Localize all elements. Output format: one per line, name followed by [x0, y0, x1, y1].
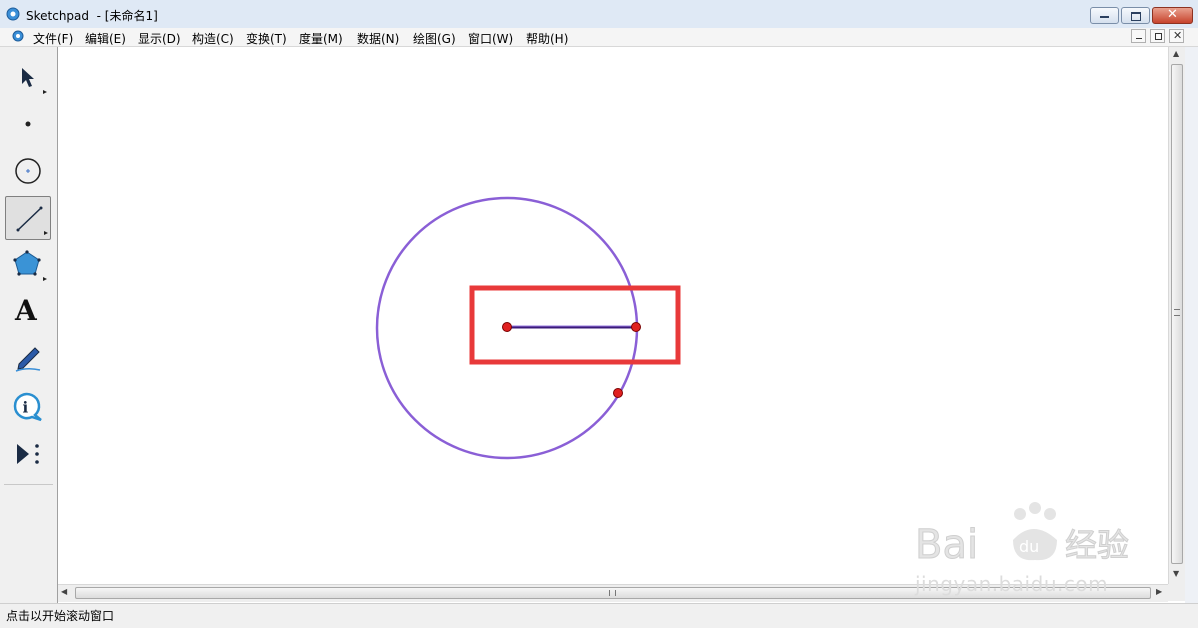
menu-measure[interactable]: 度量(M) — [299, 30, 343, 47]
maximize-icon — [1131, 12, 1141, 21]
scrollbar-corner — [1168, 584, 1185, 601]
radius-endpoint[interactable] — [631, 322, 641, 332]
maximize-button[interactable] — [1121, 7, 1150, 24]
toolbox: A i — [0, 47, 58, 603]
compass-tool[interactable] — [5, 149, 51, 193]
polygon-tool[interactable] — [5, 243, 51, 287]
marker-pen-icon — [15, 347, 41, 372]
sketch-figure — [375, 196, 681, 460]
pentagon-icon — [13, 250, 47, 281]
toolbox-divider — [4, 484, 53, 485]
text-tool[interactable]: A — [5, 291, 51, 335]
sketchpad-app-icon — [6, 7, 20, 21]
menu-construct[interactable]: 构造(C) — [192, 30, 234, 47]
menu-display[interactable]: 显示(D) — [138, 30, 181, 47]
window-frame-right — [1185, 47, 1198, 603]
point-icon — [25, 121, 31, 127]
straightedge-tool[interactable] — [5, 196, 51, 240]
vertical-scrollbar[interactable]: ▲ ▼ — [1168, 47, 1186, 584]
doc-restore-icon — [1155, 33, 1162, 40]
doc-minimize-button[interactable] — [1131, 29, 1146, 43]
play-more-icon — [17, 444, 39, 464]
horizontal-scroll-thumb[interactable] — [75, 587, 1151, 599]
menu-help[interactable]: 帮助(H) — [526, 30, 568, 47]
point-tool[interactable] — [5, 102, 51, 146]
doc-minimize-icon — [1136, 38, 1142, 39]
doc-close-icon: ✕ — [1173, 29, 1183, 42]
grip-icon — [609, 590, 616, 596]
arrow-icon — [22, 68, 47, 94]
title-bar: Sketchpad - [未命名1] ✕ — [0, 0, 1198, 29]
scroll-right-arrow-icon[interactable]: ▶ — [1156, 587, 1162, 596]
drawing-canvas[interactable] — [58, 47, 1168, 584]
status-text: 点击以开始滚动窗口 — [6, 609, 115, 623]
window-title: Sketchpad - [未命名1] — [26, 9, 158, 23]
vertical-scroll-thumb[interactable] — [1171, 64, 1183, 564]
close-button[interactable]: ✕ — [1152, 7, 1193, 24]
menu-bar: 文件(F) 编辑(E) 显示(D) 构造(C) 变换(T) 度量(M) 数据(N… — [0, 28, 1198, 47]
horizontal-scrollbar[interactable]: ◀ ▶ — [58, 584, 1168, 602]
menu-transform[interactable]: 变换(T) — [246, 30, 287, 47]
marker-tool[interactable] — [5, 337, 51, 381]
text-a-icon: A — [15, 294, 37, 327]
doc-restore-button[interactable] — [1150, 29, 1165, 43]
minimize-button[interactable] — [1090, 7, 1119, 24]
menu-edit[interactable]: 编辑(E) — [85, 30, 126, 47]
minimize-icon — [1100, 16, 1109, 18]
menu-data[interactable]: 数据(N) — [357, 30, 399, 47]
scroll-up-arrow-icon[interactable]: ▲ — [1173, 49, 1179, 58]
menu-window[interactable]: 窗口(W) — [468, 30, 513, 47]
center-point[interactable] — [502, 322, 512, 332]
status-bar: 点击以开始滚动窗口 — [0, 603, 1198, 628]
custom-tool[interactable] — [5, 432, 51, 476]
scroll-down-arrow-icon[interactable]: ▼ — [1173, 569, 1179, 578]
arrow-select-tool[interactable] — [5, 56, 51, 100]
close-icon: ✕ — [1167, 7, 1178, 22]
circle-icon — [15, 158, 41, 184]
menu-graph[interactable]: 绘图(G) — [413, 30, 456, 47]
svg-text:i: i — [23, 399, 29, 417]
scroll-left-arrow-icon[interactable]: ◀ — [61, 587, 67, 596]
grip-icon — [1174, 309, 1180, 316]
document-icon[interactable] — [12, 30, 24, 42]
menu-file[interactable]: 文件(F) — [33, 30, 73, 47]
segment-icon — [16, 206, 48, 235]
information-tool[interactable]: i — [5, 384, 51, 428]
doc-close-button[interactable]: ✕ — [1169, 29, 1184, 43]
info-icon: i — [13, 392, 42, 422]
point-on-circle[interactable] — [613, 388, 623, 398]
